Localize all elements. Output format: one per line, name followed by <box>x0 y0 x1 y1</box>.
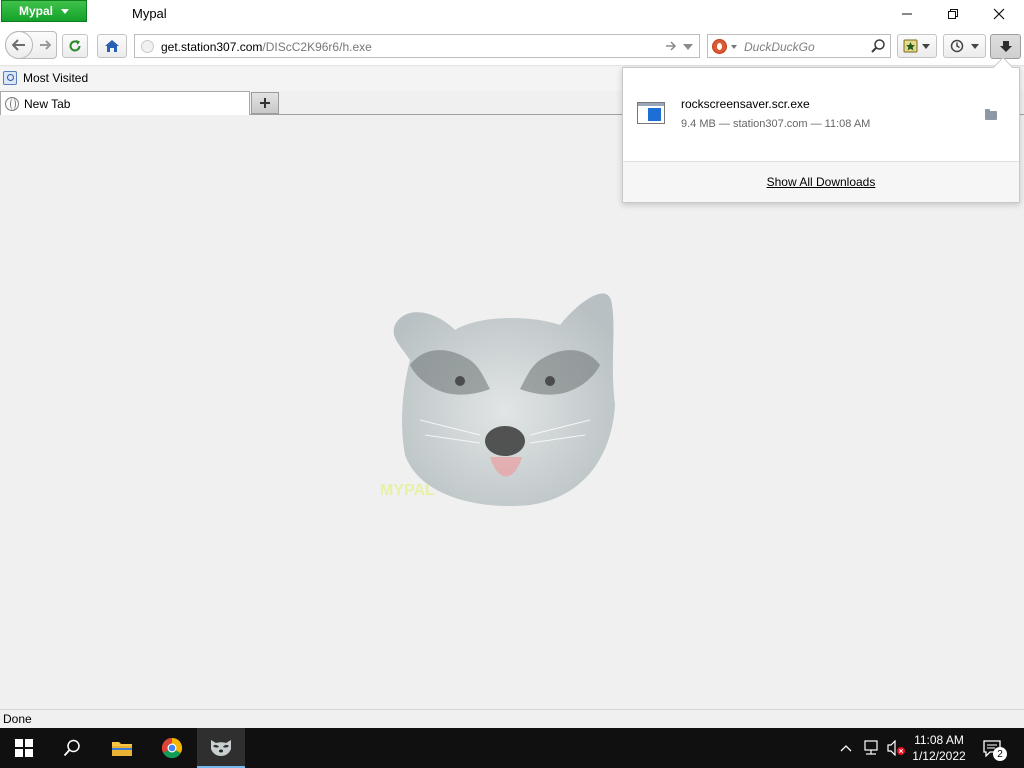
executable-file-icon <box>637 102 665 124</box>
search-icon[interactable] <box>870 38 886 57</box>
download-arrow-icon <box>999 40 1012 52</box>
bookmark-label: Most Visited <box>23 71 89 85</box>
show-all-downloads-button[interactable]: Show All Downloads <box>623 161 1019 202</box>
go-arrow-icon[interactable] <box>665 40 677 55</box>
windows-logo-icon <box>15 739 33 757</box>
tab-new-tab[interactable]: New Tab <box>0 91 250 115</box>
url-domain: get.station307.com <box>161 40 263 54</box>
taskbar-mypal[interactable] <box>197 728 245 768</box>
chrome-icon <box>161 737 183 759</box>
minimize-button[interactable] <box>884 0 930 28</box>
reload-button[interactable] <box>62 34 88 58</box>
back-button[interactable] <box>5 30 33 59</box>
history-button[interactable] <box>943 34 986 58</box>
taskbar-clock[interactable]: 11:08 AM 1/12/2022 <box>906 732 972 764</box>
download-item[interactable]: rockscreensaver.scr.exe 9.4 MB — station… <box>623 68 1019 161</box>
search-placeholder[interactable]: DuckDuckGo <box>744 40 815 54</box>
navigation-toolbar: get.station307.com/DIScC2K96r6/h.exe Duc… <box>0 28 1024 66</box>
downloads-button[interactable] <box>990 34 1021 59</box>
download-meta: 9.4 MB — station307.com — 11:08 AM <box>681 118 871 130</box>
taskbar-search-button[interactable] <box>48 728 96 768</box>
taskbar-file-explorer[interactable] <box>98 728 146 768</box>
back-arrow-icon <box>12 38 25 51</box>
open-folder-icon[interactable] <box>985 109 997 120</box>
history-clock-icon <box>950 39 979 53</box>
volume-tray-icon[interactable] <box>886 738 906 758</box>
volume-muted-icon <box>887 740 905 756</box>
search-engine-dropdown-icon[interactable] <box>731 45 737 49</box>
clock-date: 1/12/2022 <box>912 749 966 763</box>
back-forward-group <box>5 30 57 59</box>
chevron-down-icon <box>61 8 69 14</box>
downloads-panel: rockscreensaver.scr.exe 9.4 MB — station… <box>622 57 1020 203</box>
app-menu-button[interactable]: Mypal <box>1 0 87 22</box>
status-text: Done <box>3 712 32 726</box>
restore-button[interactable] <box>930 0 976 28</box>
download-filename: rockscreensaver.scr.exe <box>681 97 810 111</box>
site-identity-icon[interactable] <box>141 40 154 53</box>
tab-label: New Tab <box>24 96 71 111</box>
network-icon <box>864 740 878 755</box>
page-content: MYPAL <box>0 115 1024 709</box>
mypal-raccoon-icon <box>211 740 231 756</box>
window-title: Mypal <box>132 6 167 21</box>
network-tray-icon[interactable] <box>861 738 881 758</box>
notification-count-badge: 2 <box>993 747 1007 761</box>
raccoon-logo-image: MYPAL <box>380 293 615 507</box>
close-icon <box>993 8 1005 20</box>
app-menu-label: Mypal <box>18 4 53 18</box>
bookmarks-menu-button[interactable] <box>897 34 937 58</box>
new-tab-button[interactable] <box>251 92 279 114</box>
url-text[interactable]: get.station307.com/DIScC2K96r6/h.exe <box>161 40 372 54</box>
bookmark-most-visited[interactable]: Most Visited <box>3 71 88 85</box>
title-bar: Mypal Mypal <box>0 0 1024 28</box>
folder-icon <box>112 742 132 756</box>
bookmark-star-icon <box>903 39 930 53</box>
chevron-up-icon <box>840 745 852 752</box>
start-button[interactable] <box>0 728 48 768</box>
url-path: /DIScC2K96r6/h.exe <box>262 40 372 54</box>
reload-icon <box>69 40 81 52</box>
taskbar-chrome[interactable] <box>148 728 196 768</box>
duckduckgo-engine-icon[interactable] <box>712 39 727 54</box>
forward-arrow-icon <box>39 40 51 50</box>
minimize-icon <box>902 13 912 15</box>
smart-bookmark-icon <box>3 71 17 85</box>
home-icon <box>105 40 119 52</box>
clock-time: 11:08 AM <box>914 733 964 747</box>
url-bar[interactable]: get.station307.com/DIScC2K96r6/h.exe <box>134 34 700 58</box>
search-bar[interactable]: DuckDuckGo <box>707 34 891 58</box>
show-hidden-icons-button[interactable] <box>836 738 856 758</box>
svg-text:MYPAL: MYPAL <box>380 482 435 499</box>
home-button[interactable] <box>97 34 127 58</box>
search-icon <box>63 739 80 757</box>
plus-icon <box>260 98 270 108</box>
globe-icon <box>5 96 19 111</box>
restore-icon <box>948 9 958 19</box>
status-bar: Done <box>0 709 1024 729</box>
forward-button[interactable] <box>33 40 56 50</box>
taskbar: 11:08 AM 1/12/2022 <box>0 728 1024 768</box>
url-history-dropdown-icon[interactable] <box>683 44 693 50</box>
close-button[interactable] <box>976 0 1022 28</box>
